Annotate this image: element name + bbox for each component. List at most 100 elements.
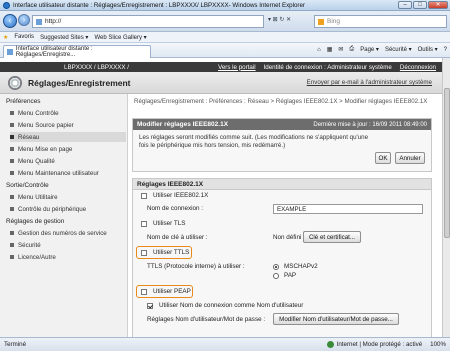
sidebar-item-utilitaire[interactable]: Menu Utilitaire bbox=[10, 192, 126, 202]
radio-mschapv2[interactable] bbox=[273, 263, 279, 270]
radio-mschapv2-label: MSCHAPv2 bbox=[284, 263, 318, 270]
portal-link[interactable]: Vers le portail bbox=[218, 64, 256, 71]
sidebar-item-label: Menu Qualité bbox=[18, 157, 55, 165]
sidebar-item-licence[interactable]: Licence/Autre bbox=[10, 252, 126, 262]
ok-button[interactable]: OK bbox=[375, 152, 391, 164]
key-certificate-button[interactable]: Clé et certificat... bbox=[303, 231, 361, 243]
bullet-icon bbox=[10, 243, 14, 247]
window-title-bar: Interface utilisateur distante : Réglage… bbox=[0, 0, 450, 11]
scrollbar-thumb[interactable] bbox=[444, 88, 450, 238]
sidebar-item-mise-en-page[interactable]: Menu Mise en page bbox=[10, 144, 126, 154]
status-right: Internet | Mode protégé : activé 100% bbox=[326, 341, 446, 349]
modify-user-pass-button[interactable]: Modifier Nom d'utilisateur/Mot de passe.… bbox=[273, 313, 399, 325]
sidebar-item-label: Menu Mise en page bbox=[18, 145, 73, 153]
settings-title: Réglages IEEE802.1X bbox=[133, 179, 431, 190]
url-text: http:// bbox=[45, 18, 62, 25]
bullet-icon bbox=[10, 123, 14, 127]
sidebar-item-label: Contrôle du périphérique bbox=[18, 205, 87, 213]
command-help[interactable]: ? bbox=[444, 47, 447, 53]
radio-pap-label: PAP bbox=[284, 272, 297, 279]
sidebar-item-reseau[interactable]: Réseau bbox=[10, 132, 126, 142]
sidebar-item-label: Licence/Autre bbox=[18, 253, 56, 261]
bullet-icon bbox=[10, 195, 14, 199]
forward-icon[interactable]: › bbox=[18, 14, 30, 26]
tab-label: Interface utilisateur distante : Réglage… bbox=[15, 46, 93, 58]
bullet-icon bbox=[10, 111, 14, 115]
search-field[interactable]: Bing bbox=[314, 15, 447, 28]
favorites-star-icon[interactable]: ★ bbox=[3, 34, 8, 41]
ie-logo-icon bbox=[3, 1, 10, 9]
bullet-icon bbox=[10, 255, 14, 259]
sidebar-section-sortie: Sortie/Contrôle bbox=[6, 182, 49, 189]
radio-pap[interactable] bbox=[273, 272, 279, 279]
use-login-as-user-row: Utiliser Nom de connexion comme Nom d'ut… bbox=[147, 302, 445, 309]
command-page[interactable]: Page ▾ bbox=[360, 46, 379, 53]
use-tls-row: Utiliser TLS bbox=[141, 220, 439, 227]
use-tls-checkbox[interactable] bbox=[141, 220, 147, 227]
page-header: LBPXXXX / LBPXXXX / Vers le portail Iden… bbox=[0, 62, 442, 72]
close-button[interactable]: ✕ bbox=[428, 1, 448, 9]
mail-admin-link[interactable]: Envoyer par e-mail à l'administrateur sy… bbox=[307, 79, 432, 86]
modify-box: Modifier réglages IEEE802.1X Dernière mi… bbox=[132, 118, 432, 172]
favorites-label[interactable]: Favoris bbox=[14, 34, 34, 40]
maximize-button[interactable]: □ bbox=[413, 1, 427, 9]
zoom-level[interactable]: 100% bbox=[430, 341, 446, 348]
modify-message: Les réglages seront modifiés comme suit.… bbox=[139, 134, 369, 149]
login-identity: Identité de connexion : Administrateur s… bbox=[263, 63, 392, 71]
last-update: Dernière mise à jour : 16/09 2011 08:49:… bbox=[313, 121, 427, 128]
use-ieee-label: Utiliser IEEE802.1X bbox=[153, 192, 209, 199]
use-ieee-row: Utiliser IEEE802.1X bbox=[141, 192, 439, 199]
tab-bar: Interface utilisateur distante : Réglage… bbox=[0, 43, 450, 58]
feeds-icon[interactable]: ▦ bbox=[327, 46, 333, 53]
favorites-item-suggested[interactable]: Suggested Sites ▾ bbox=[40, 34, 88, 41]
mail-icon[interactable]: ✉ bbox=[338, 46, 343, 53]
home-icon[interactable]: ⌂ bbox=[317, 47, 321, 53]
use-ttls-checkbox[interactable] bbox=[141, 249, 147, 256]
command-security[interactable]: Sécurité ▾ bbox=[385, 46, 412, 53]
bullet-icon bbox=[10, 171, 14, 175]
use-login-as-user-checkbox[interactable] bbox=[147, 302, 153, 309]
bullet-icon bbox=[10, 147, 14, 151]
use-ieee-checkbox[interactable] bbox=[141, 192, 147, 199]
bullet-icon bbox=[10, 207, 14, 211]
cancel-button[interactable]: Annuler bbox=[395, 152, 425, 164]
sidebar-item-qualite[interactable]: Menu Qualité bbox=[10, 156, 126, 166]
print-icon[interactable]: ⎙ bbox=[349, 46, 354, 53]
command-tools[interactable]: Outils ▾ bbox=[418, 46, 438, 53]
settings-box: Réglages IEEE802.1X Utiliser IEEE802.1X … bbox=[132, 178, 432, 337]
zone-text: Internet | Mode protégé : activé bbox=[336, 341, 423, 349]
bullet-icon bbox=[10, 135, 14, 139]
use-peap-checkbox[interactable] bbox=[141, 288, 147, 295]
sidebar-item-securite[interactable]: Sécurité bbox=[10, 240, 126, 250]
user-pass-label: Réglages Nom d'utilisateur/Mot de passe … bbox=[147, 316, 266, 323]
minimize-button[interactable]: – bbox=[398, 1, 412, 9]
globe-icon bbox=[326, 341, 334, 348]
sidebar-item-numeros-service[interactable]: Gestion des numéros de service bbox=[10, 228, 126, 238]
sidebar-item-controle-peripherique[interactable]: Contrôle du périphérique bbox=[10, 204, 126, 214]
back-icon[interactable]: ‹ bbox=[3, 14, 17, 28]
login-name-label: Nom de connexion : bbox=[147, 205, 204, 212]
favorites-bar: ★ Favoris Suggested Sites ▾ Web Slice Ga… bbox=[0, 32, 450, 43]
breadcrumb: Réglages/Enregistrement : Préférences : … bbox=[134, 98, 428, 105]
use-peap-row: Utiliser PEAP bbox=[141, 288, 439, 295]
address-tools[interactable]: ▾ ⊠ ↻ ✕ bbox=[268, 16, 291, 23]
favorites-item-webslice[interactable]: Web Slice Gallery ▾ bbox=[94, 34, 146, 41]
sidebar: Préférences Menu Contrôle Menu Source pa… bbox=[0, 94, 128, 337]
sidebar-item-label: Menu Source papier bbox=[18, 121, 74, 129]
login-name-field[interactable]: EXAMPLE bbox=[273, 204, 423, 214]
sidebar-item-menu-controle[interactable]: Menu Contrôle bbox=[10, 108, 126, 118]
use-ttls-label: Utiliser TTLS bbox=[153, 249, 190, 256]
sidebar-item-label: Réseau bbox=[18, 133, 40, 141]
ttls-protocol-label: TTLS (Protocole interne) à utiliser : bbox=[147, 263, 245, 270]
sidebar-item-maintenance[interactable]: Menu Maintenance utilisateur bbox=[10, 168, 126, 178]
sidebar-item-source-papier[interactable]: Menu Source papier bbox=[10, 120, 126, 130]
use-peap-label: Utiliser PEAP bbox=[153, 288, 191, 295]
vertical-scrollbar[interactable] bbox=[442, 58, 450, 337]
sidebar-item-label: Menu Maintenance utilisateur bbox=[18, 169, 99, 177]
url-field[interactable]: http:// bbox=[32, 15, 264, 28]
radio-mschapv2-row: MSCHAPv2 bbox=[273, 263, 333, 270]
command-bar: ⌂ ▦ ✉ ⎙ Page ▾ Sécurité ▾ Outils ▾ ? bbox=[317, 46, 447, 53]
logout-link[interactable]: Déconnexion bbox=[400, 64, 436, 71]
radio-pap-row: PAP bbox=[273, 272, 333, 279]
browser-tab[interactable]: Interface utilisateur distante : Réglage… bbox=[3, 45, 151, 58]
